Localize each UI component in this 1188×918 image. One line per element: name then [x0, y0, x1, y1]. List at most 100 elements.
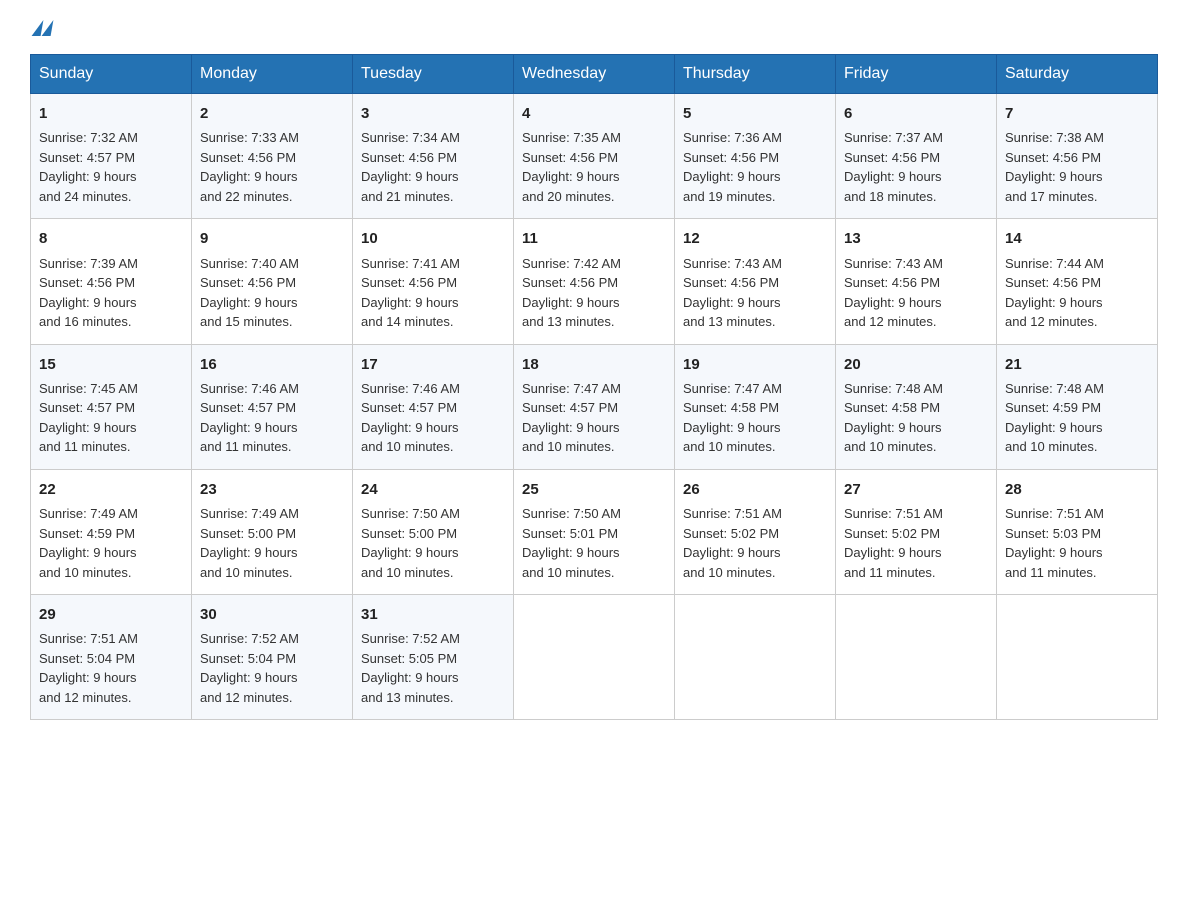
day-of-week-header: Saturday: [997, 55, 1158, 94]
day-number: 10: [361, 227, 505, 250]
day-info: Sunrise: 7:51 AMSunset: 5:03 PMDaylight:…: [1005, 504, 1149, 582]
day-number: 23: [200, 478, 344, 501]
day-info: Sunrise: 7:51 AMSunset: 5:04 PMDaylight:…: [39, 629, 183, 707]
calendar-day-cell: 27 Sunrise: 7:51 AMSunset: 5:02 PMDayligh…: [836, 469, 997, 594]
calendar-day-cell: 14 Sunrise: 7:44 AMSunset: 4:56 PMDayligh…: [997, 219, 1158, 344]
day-number: 13: [844, 227, 988, 250]
calendar-day-cell: 3 Sunrise: 7:34 AMSunset: 4:56 PMDaylight…: [353, 94, 514, 219]
calendar-week-row: 15Sunrise: 7:45 AMSunset: 4:57 PMDayligh…: [31, 344, 1158, 469]
day-number: 1: [39, 102, 183, 125]
day-number: 9: [200, 227, 344, 250]
day-number: 24: [361, 478, 505, 501]
day-number: 21: [1005, 353, 1149, 376]
day-number: 31: [361, 603, 505, 626]
day-number: 17: [361, 353, 505, 376]
day-info: Sunrise: 7:36 AMSunset: 4:56 PMDaylight:…: [683, 128, 827, 206]
calendar-day-cell: 29 Sunrise: 7:51 AMSunset: 5:04 PMDayligh…: [31, 595, 192, 720]
day-of-week-header: Friday: [836, 55, 997, 94]
day-info: Sunrise: 7:51 AMSunset: 5:02 PMDaylight:…: [683, 504, 827, 582]
day-number: 30: [200, 603, 344, 626]
calendar-week-row: 8Sunrise: 7:39 AMSunset: 4:56 PMDaylight…: [31, 219, 1158, 344]
calendar-week-row: 29 Sunrise: 7:51 AMSunset: 5:04 PMDayligh…: [31, 595, 1158, 720]
page-header: [30, 20, 1158, 36]
day-info: Sunrise: 7:44 AMSunset: 4:56 PMDaylight:…: [1005, 254, 1149, 332]
day-number: 3: [361, 102, 505, 125]
calendar-day-cell: 26 Sunrise: 7:51 AMSunset: 5:02 PMDayligh…: [675, 469, 836, 594]
calendar-week-row: 1Sunrise: 7:32 AMSunset: 4:57 PMDaylight…: [31, 94, 1158, 219]
calendar-day-cell: [836, 595, 997, 720]
day-info: Sunrise: 7:43 AMSunset: 4:56 PMDaylight:…: [844, 254, 988, 332]
calendar-day-cell: 20 Sunrise: 7:48 AMSunset: 4:58 PMDayligh…: [836, 344, 997, 469]
logo: [30, 20, 52, 36]
day-number: 6: [844, 102, 988, 125]
day-info: Sunrise: 7:52 AMSunset: 5:05 PMDaylight:…: [361, 629, 505, 707]
day-info: Sunrise: 7:52 AMSunset: 5:04 PMDaylight:…: [200, 629, 344, 707]
day-number: 11: [522, 227, 666, 250]
day-number: 5: [683, 102, 827, 125]
day-number: 12: [683, 227, 827, 250]
day-of-week-header: Tuesday: [353, 55, 514, 94]
calendar-day-cell: 9Sunrise: 7:40 AMSunset: 4:56 PMDaylight…: [192, 219, 353, 344]
day-info: Sunrise: 7:50 AMSunset: 5:01 PMDaylight:…: [522, 504, 666, 582]
calendar-day-cell: 4Sunrise: 7:35 AMSunset: 4:56 PMDaylight…: [514, 94, 675, 219]
calendar-day-cell: 22 Sunrise: 7:49 AMSunset: 4:59 PMDayligh…: [31, 469, 192, 594]
day-info: Sunrise: 7:46 AMSunset: 4:57 PMDaylight:…: [200, 379, 344, 457]
calendar-day-cell: 16 Sunrise: 7:46 AMSunset: 4:57 PMDayligh…: [192, 344, 353, 469]
day-info: Sunrise: 7:48 AMSunset: 4:59 PMDaylight:…: [1005, 379, 1149, 457]
day-info: Sunrise: 7:48 AMSunset: 4:58 PMDaylight:…: [844, 379, 988, 457]
day-info: Sunrise: 7:34 AMSunset: 4:56 PMDaylight:…: [361, 128, 505, 206]
day-number: 20: [844, 353, 988, 376]
day-number: 26: [683, 478, 827, 501]
calendar-day-cell: 6 Sunrise: 7:37 AMSunset: 4:56 PMDaylight…: [836, 94, 997, 219]
calendar-day-cell: 8Sunrise: 7:39 AMSunset: 4:56 PMDaylight…: [31, 219, 192, 344]
calendar-week-row: 22 Sunrise: 7:49 AMSunset: 4:59 PMDayligh…: [31, 469, 1158, 594]
calendar-day-cell: 31 Sunrise: 7:52 AMSunset: 5:05 PMDayligh…: [353, 595, 514, 720]
calendar-day-cell: 17 Sunrise: 7:46 AMSunset: 4:57 PMDayligh…: [353, 344, 514, 469]
day-info: Sunrise: 7:35 AMSunset: 4:56 PMDaylight:…: [522, 128, 666, 206]
calendar-day-cell: 7 Sunrise: 7:38 AMSunset: 4:56 PMDaylight…: [997, 94, 1158, 219]
day-info: Sunrise: 7:43 AMSunset: 4:56 PMDaylight:…: [683, 254, 827, 332]
day-info: Sunrise: 7:49 AMSunset: 4:59 PMDaylight:…: [39, 504, 183, 582]
calendar-day-cell: 25 Sunrise: 7:50 AMSunset: 5:01 PMDayligh…: [514, 469, 675, 594]
calendar-day-cell: 11Sunrise: 7:42 AMSunset: 4:56 PMDayligh…: [514, 219, 675, 344]
day-info: Sunrise: 7:41 AMSunset: 4:56 PMDaylight:…: [361, 254, 505, 332]
calendar-day-cell: 5 Sunrise: 7:36 AMSunset: 4:56 PMDaylight…: [675, 94, 836, 219]
day-number: 28: [1005, 478, 1149, 501]
day-number: 25: [522, 478, 666, 501]
day-info: Sunrise: 7:46 AMSunset: 4:57 PMDaylight:…: [361, 379, 505, 457]
calendar-header-row: SundayMondayTuesdayWednesdayThursdayFrid…: [31, 55, 1158, 94]
calendar-day-cell: 1Sunrise: 7:32 AMSunset: 4:57 PMDaylight…: [31, 94, 192, 219]
calendar-day-cell: 13 Sunrise: 7:43 AMSunset: 4:56 PMDayligh…: [836, 219, 997, 344]
day-info: Sunrise: 7:47 AMSunset: 4:57 PMDaylight:…: [522, 379, 666, 457]
day-number: 29: [39, 603, 183, 626]
day-info: Sunrise: 7:37 AMSunset: 4:56 PMDaylight:…: [844, 128, 988, 206]
calendar-day-cell: 30 Sunrise: 7:52 AMSunset: 5:04 PMDayligh…: [192, 595, 353, 720]
day-info: Sunrise: 7:38 AMSunset: 4:56 PMDaylight:…: [1005, 128, 1149, 206]
day-of-week-header: Wednesday: [514, 55, 675, 94]
calendar-day-cell: 21 Sunrise: 7:48 AMSunset: 4:59 PMDayligh…: [997, 344, 1158, 469]
calendar-day-cell: [997, 595, 1158, 720]
calendar-day-cell: [514, 595, 675, 720]
day-number: 22: [39, 478, 183, 501]
calendar-day-cell: 10 Sunrise: 7:41 AMSunset: 4:56 PMDayligh…: [353, 219, 514, 344]
calendar-day-cell: 28 Sunrise: 7:51 AMSunset: 5:03 PMDayligh…: [997, 469, 1158, 594]
day-number: 14: [1005, 227, 1149, 250]
day-number: 27: [844, 478, 988, 501]
calendar-day-cell: 2 Sunrise: 7:33 AMSunset: 4:56 PMDaylight…: [192, 94, 353, 219]
day-info: Sunrise: 7:45 AMSunset: 4:57 PMDaylight:…: [39, 379, 183, 457]
calendar-day-cell: 19 Sunrise: 7:47 AMSunset: 4:58 PMDayligh…: [675, 344, 836, 469]
day-number: 7: [1005, 102, 1149, 125]
calendar-day-cell: 24 Sunrise: 7:50 AMSunset: 5:00 PMDayligh…: [353, 469, 514, 594]
day-number: 8: [39, 227, 183, 250]
day-of-week-header: Monday: [192, 55, 353, 94]
calendar-day-cell: 23Sunrise: 7:49 AMSunset: 5:00 PMDayligh…: [192, 469, 353, 594]
day-info: Sunrise: 7:51 AMSunset: 5:02 PMDaylight:…: [844, 504, 988, 582]
calendar-day-cell: 18Sunrise: 7:47 AMSunset: 4:57 PMDayligh…: [514, 344, 675, 469]
day-number: 19: [683, 353, 827, 376]
day-number: 2: [200, 102, 344, 125]
day-info: Sunrise: 7:47 AMSunset: 4:58 PMDaylight:…: [683, 379, 827, 457]
calendar-table: SundayMondayTuesdayWednesdayThursdayFrid…: [30, 54, 1158, 720]
day-info: Sunrise: 7:33 AMSunset: 4:56 PMDaylight:…: [200, 128, 344, 206]
day-info: Sunrise: 7:50 AMSunset: 5:00 PMDaylight:…: [361, 504, 505, 582]
day-number: 16: [200, 353, 344, 376]
